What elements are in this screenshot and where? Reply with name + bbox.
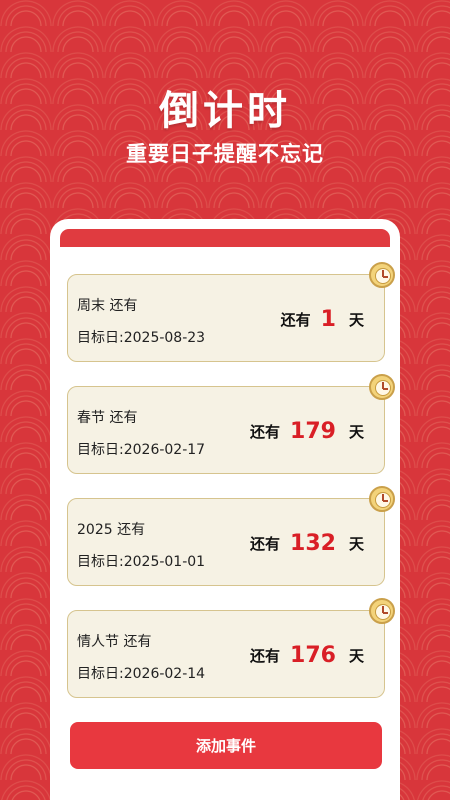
- countdown-unit: 天: [348, 646, 364, 665]
- clock-icon: [369, 262, 395, 288]
- events-panel: 周末 还有 目标日:2025-08-23 还有 1 天 春节 还有 目标日:20…: [50, 219, 400, 800]
- panel-top-bar: [60, 229, 390, 247]
- clock-icon: [369, 598, 395, 624]
- countdown-days: 176: [290, 642, 336, 668]
- page-subtitle: 重要日子提醒不忘记: [126, 142, 324, 166]
- add-event-button[interactable]: 添加事件: [70, 722, 382, 769]
- countdown-unit: 天: [348, 422, 364, 441]
- countdown-prefix: 还有: [250, 534, 281, 553]
- event-date: 目标日:2025-01-01: [77, 554, 206, 570]
- header: 倒计时 重要日子提醒不忘记: [0, 0, 450, 210]
- event-name: 2025 还有: [77, 522, 146, 538]
- event-date: 目标日:2026-02-17: [77, 442, 206, 458]
- event-name: 周末 还有: [77, 298, 138, 314]
- event-name: 情人节 还有: [77, 634, 152, 650]
- event-countdown: 还有 1 天: [281, 275, 364, 363]
- clock-icon: [369, 486, 395, 512]
- event-card[interactable]: 周末 还有 目标日:2025-08-23 还有 1 天: [67, 262, 395, 363]
- event-countdown: 还有 132 天: [250, 499, 364, 587]
- event-name: 春节 还有: [77, 410, 138, 426]
- countdown-days: 132: [290, 530, 336, 556]
- event-card[interactable]: 春节 还有 目标日:2026-02-17 还有 179 天: [67, 374, 395, 475]
- event-date: 目标日:2026-02-14: [77, 666, 206, 682]
- event-card[interactable]: 2025 还有 目标日:2025-01-01 还有 132 天: [67, 486, 395, 587]
- countdown-prefix: 还有: [280, 310, 311, 329]
- event-card[interactable]: 情人节 还有 目标日:2026-02-14 还有 176 天: [67, 598, 395, 699]
- countdown-unit: 天: [348, 310, 364, 329]
- event-countdown: 还有 179 天: [250, 387, 364, 475]
- countdown-prefix: 还有: [250, 646, 281, 665]
- page-title: 倒计时: [159, 88, 291, 134]
- event-countdown: 还有 176 天: [250, 611, 364, 699]
- countdown-days: 1: [320, 306, 336, 332]
- countdown-unit: 天: [348, 534, 364, 553]
- clock-icon: [369, 374, 395, 400]
- countdown-prefix: 还有: [250, 422, 281, 441]
- countdown-days: 179: [290, 418, 336, 444]
- event-date: 目标日:2025-08-23: [77, 330, 206, 346]
